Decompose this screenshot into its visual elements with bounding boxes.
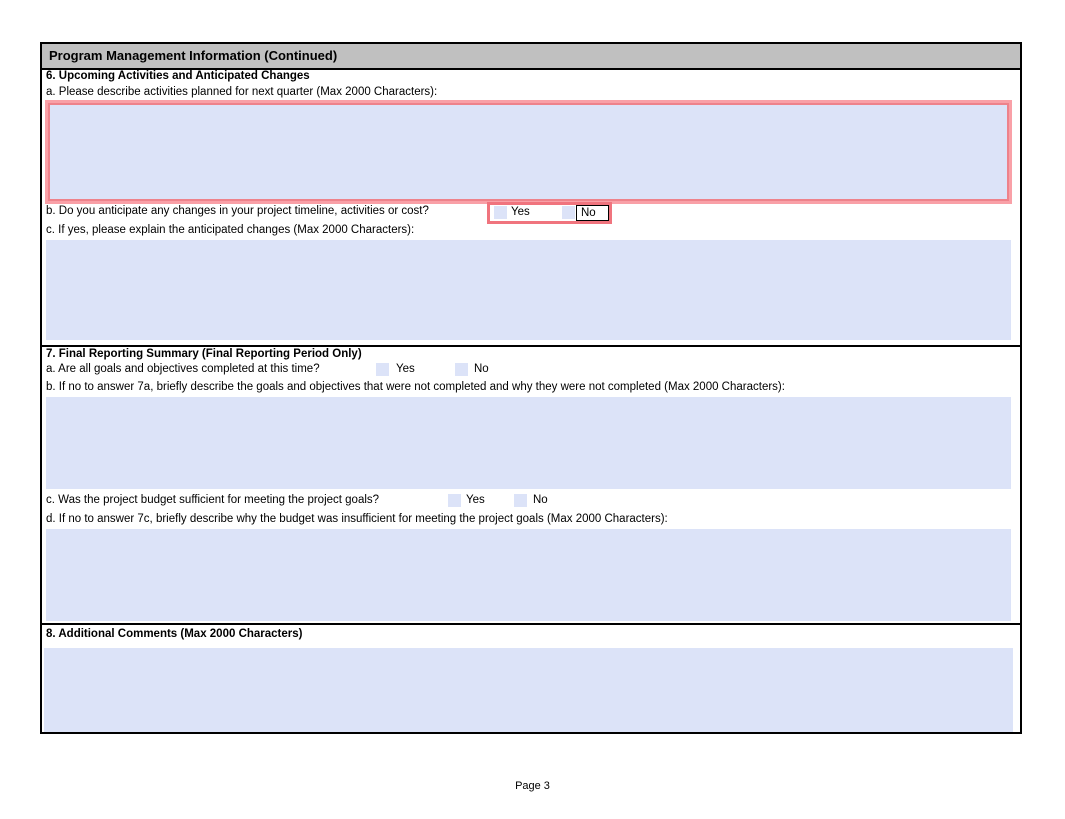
checkbox-7c-no[interactable] xyxy=(514,494,527,507)
section7-title: 7. Final Reporting Summary (Final Report… xyxy=(46,347,362,361)
field-additional-comments[interactable] xyxy=(44,648,1013,732)
section-divider xyxy=(42,623,1020,625)
section8-title: 8. Additional Comments (Max 2000 Charact… xyxy=(46,627,302,641)
field-goals-not-completed[interactable] xyxy=(46,397,1011,489)
section6-title: 6. Upcoming Activities and Anticipated C… xyxy=(46,69,310,83)
checkbox-6b-no-label: No xyxy=(577,206,608,220)
field-next-quarter-activities[interactable] xyxy=(48,103,1009,201)
section7-question-a: a. Are all goals and objectives complete… xyxy=(46,362,320,376)
field-anticipated-changes[interactable] xyxy=(46,240,1011,340)
checkbox-7c-yes[interactable] xyxy=(448,494,461,507)
checkbox-6b-no-frame: No xyxy=(576,205,609,221)
field-budget-insufficient-reason[interactable] xyxy=(46,529,1011,621)
checkbox-7a-yes-label: Yes xyxy=(396,362,415,376)
section7-question-b: b. If no to answer 7a, briefly describe … xyxy=(46,380,785,394)
checkbox-7a-no[interactable] xyxy=(455,363,468,376)
checkbox-7c-no-label: No xyxy=(533,493,548,507)
highlight-box-6b-yes-no: Yes No xyxy=(487,202,612,224)
section7-question-c: c. Was the project budget sufficient for… xyxy=(46,493,379,507)
checkbox-7a-yes[interactable] xyxy=(376,363,389,376)
highlight-box-6a xyxy=(45,100,1012,204)
section7-question-d: d. If no to answer 7c, briefly describe … xyxy=(46,512,668,526)
checkbox-7a-no-label: No xyxy=(474,362,489,376)
checkbox-6b-yes-label: Yes xyxy=(511,205,530,219)
page-number: Page 3 xyxy=(0,780,1065,792)
checkbox-6b-no[interactable] xyxy=(562,206,575,219)
section-header-bar: Program Management Information (Continue… xyxy=(42,44,1020,70)
section6-question-a: a. Please describe activities planned fo… xyxy=(46,85,437,99)
section6-question-c: c. If yes, please explain the anticipate… xyxy=(46,223,414,237)
section-header-title: Program Management Information (Continue… xyxy=(49,48,337,63)
checkbox-7c-yes-label: Yes xyxy=(466,493,485,507)
checkbox-6b-yes[interactable] xyxy=(494,206,507,219)
form-page: Program Management Information (Continue… xyxy=(40,42,1022,734)
section6-question-b: b. Do you anticipate any changes in your… xyxy=(46,204,429,218)
